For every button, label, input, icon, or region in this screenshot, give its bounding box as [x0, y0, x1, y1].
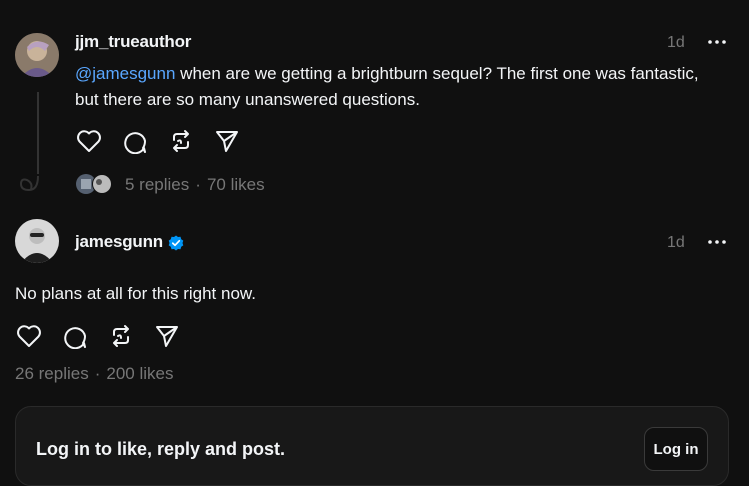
more-options-button[interactable]: [707, 232, 727, 252]
post-body: No plans at all for this right now.: [15, 284, 256, 303]
replier-avatars: [76, 173, 116, 195]
likes-count[interactable]: 70 likes: [207, 175, 265, 195]
verified-badge-icon: [168, 235, 184, 251]
post-actions: [75, 127, 240, 154]
replier-avatar-images: [76, 174, 112, 194]
repost-button[interactable]: [167, 127, 194, 154]
more-options-button[interactable]: [707, 32, 727, 52]
replies-count[interactable]: 26 replies: [15, 364, 89, 384]
post-stats: 5 replies · 70 likes: [125, 175, 265, 195]
separator: ·: [195, 175, 201, 194]
login-prompt-text: Log in to like, reply and post.: [36, 439, 286, 459]
comment-icon: [123, 131, 146, 154]
login-prompt-card: Log in to like, reply and post. Log in: [15, 406, 729, 486]
send-icon: [215, 130, 238, 152]
post-actions: [15, 322, 180, 349]
separator: ·: [94, 364, 101, 383]
more-dots-icon: [708, 40, 726, 44]
avatar-jjm-trueauthor[interactable]: [15, 33, 59, 77]
thread-curl-icon: [19, 175, 39, 192]
more-dots-icon: [708, 240, 726, 244]
post-author-username: jamesgunn: [75, 232, 184, 252]
like-button[interactable]: [15, 322, 42, 349]
post-body: @jamesgunn when are we getting a brightb…: [75, 61, 715, 113]
heart-icon: [76, 129, 101, 152]
share-button[interactable]: [213, 127, 240, 154]
avatar-jamesgunn[interactable]: [15, 219, 59, 263]
avatar-image: [15, 33, 59, 77]
avatar-image: [15, 219, 59, 263]
reply-button[interactable]: [121, 127, 148, 154]
post-timestamp[interactable]: 1d: [667, 234, 685, 252]
send-icon: [155, 325, 178, 347]
heart-icon: [16, 324, 41, 347]
repost-button[interactable]: [107, 322, 134, 349]
mention-link[interactable]: @jamesgunn: [75, 64, 175, 83]
likes-count[interactable]: 200 likes: [106, 364, 173, 384]
replies-count[interactable]: 5 replies: [125, 175, 189, 195]
username-text[interactable]: jamesgunn: [75, 232, 163, 251]
post-timestamp[interactable]: 1d: [667, 34, 685, 52]
comment-icon: [63, 326, 86, 349]
like-button[interactable]: [75, 127, 102, 154]
reply-button[interactable]: [61, 322, 88, 349]
thread-line: [37, 92, 39, 174]
repost-icon: [112, 324, 129, 347]
repost-icon: [172, 129, 189, 152]
login-button[interactable]: Log in: [644, 427, 708, 471]
post-stats: 26 replies · 200 likes: [15, 364, 174, 384]
share-button[interactable]: [153, 322, 180, 349]
post-author-username[interactable]: jjm_trueauthor: [75, 32, 191, 52]
